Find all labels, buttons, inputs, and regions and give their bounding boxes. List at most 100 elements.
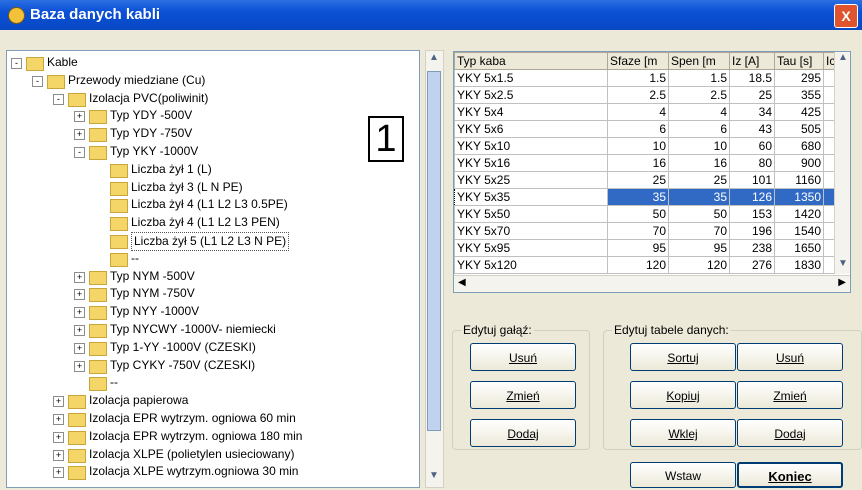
table-cell[interactable]: YKY 5x4 bbox=[454, 103, 608, 121]
table-cell[interactable]: 196 bbox=[729, 222, 775, 240]
table-cell[interactable]: 120 bbox=[668, 256, 730, 274]
tree-node[interactable]: + Izolacja XLPE wytrzym.ogniowa 30 min bbox=[7, 463, 417, 481]
table-cell[interactable]: 35 bbox=[607, 188, 669, 206]
table-paste-button[interactable]: Wklej bbox=[630, 419, 736, 447]
table-cell[interactable]: 1.5 bbox=[668, 69, 730, 87]
column-header[interactable]: Sfaze [m bbox=[607, 52, 669, 70]
table-row[interactable]: YKY 5x10 10 10 60 680 bbox=[454, 137, 849, 155]
table-cell[interactable]: YKY 5x16 bbox=[454, 154, 608, 172]
table-copy-button[interactable]: Kopiuj bbox=[630, 381, 736, 409]
table-cell[interactable]: 50 bbox=[607, 205, 669, 223]
tree-node[interactable]: + Izolacja XLPE (polietylen usieciowany) bbox=[7, 446, 417, 463]
table-cell[interactable]: 25 bbox=[607, 171, 669, 189]
expand-icon[interactable]: + bbox=[74, 325, 85, 336]
cable-tree[interactable]: - Kable - Przewody miedziane (Cu) - Izolacja … bbox=[6, 50, 420, 488]
tree-node[interactable]: + Typ NYCWY -1000V- niemiecki bbox=[7, 321, 417, 338]
tree-node[interactable]: + Izolacja EPR wytrzym. ogniowa 180 min bbox=[7, 428, 417, 445]
expand-icon[interactable]: + bbox=[74, 342, 85, 354]
table-cell[interactable]: 153 bbox=[729, 205, 775, 223]
scroll-thumb[interactable] bbox=[427, 71, 441, 431]
table-cell[interactable]: YKY 5x25 bbox=[454, 171, 608, 189]
table-cell[interactable]: 1650 bbox=[774, 239, 824, 257]
tree-node[interactable]: + Izolacja papierowa bbox=[7, 392, 417, 410]
expand-icon[interactable]: + bbox=[53, 396, 64, 408]
cable-data-grid[interactable]: Typ kaba Sfaze [m Spen [m Iz [A] Tau [s] Ic YK… bbox=[453, 51, 851, 293]
table-cell[interactable]: 1830 bbox=[774, 256, 824, 274]
table-cell[interactable]: 101 bbox=[729, 171, 775, 189]
expand-icon[interactable]: + bbox=[74, 360, 85, 372]
table-cell[interactable]: 355 bbox=[774, 86, 824, 104]
table-cell[interactable]: YKY 5x1.5 bbox=[454, 69, 608, 87]
table-cell[interactable]: 10 bbox=[607, 137, 669, 155]
table-add-button[interactable]: Dodaj bbox=[737, 419, 843, 447]
table-cell[interactable]: 2.5 bbox=[668, 86, 730, 104]
table-cell[interactable]: 25 bbox=[668, 171, 730, 189]
expand-icon[interactable]: + bbox=[53, 431, 64, 443]
table-row[interactable]: YKY 5x16 16 16 80 900 bbox=[454, 154, 849, 172]
expand-icon[interactable]: + bbox=[74, 307, 85, 319]
column-header[interactable]: Typ kaba bbox=[454, 52, 608, 70]
expand-icon[interactable]: + bbox=[53, 449, 64, 461]
expand-icon[interactable]: + bbox=[74, 111, 85, 123]
table-cell[interactable]: YKY 5x6 bbox=[454, 120, 608, 138]
table-cell[interactable]: 276 bbox=[729, 256, 775, 274]
table-cell[interactable]: 95 bbox=[668, 239, 730, 257]
table-row[interactable]: YKY 5x6 6 6 43 505 bbox=[454, 120, 849, 138]
grid-horizontal-scrollbar[interactable]: ◀ ▶ bbox=[454, 275, 850, 292]
scroll-up-icon[interactable]: ▲ bbox=[427, 52, 441, 68]
table-cell[interactable]: 120 bbox=[607, 256, 669, 274]
tree-node[interactable]: + Izolacja EPR wytrzym. ogniowa 60 min bbox=[7, 410, 417, 427]
collapse-icon[interactable]: - bbox=[74, 147, 85, 158]
tree-node[interactable]: - Kable bbox=[7, 54, 417, 71]
table-cell[interactable]: 1420 bbox=[774, 205, 824, 223]
expand-icon[interactable]: + bbox=[74, 129, 85, 141]
table-cell[interactable]: 425 bbox=[774, 103, 824, 121]
expand-icon[interactable]: + bbox=[53, 467, 64, 479]
table-cell[interactable]: YKY 5x95 bbox=[454, 239, 608, 257]
table-sort-button[interactable]: Sortuj bbox=[630, 343, 736, 371]
table-row[interactable]: YKY 5x4 4 4 34 425 bbox=[454, 103, 849, 121]
table-cell[interactable]: 70 bbox=[668, 222, 730, 240]
table-cell[interactable]: YKY 5x120 bbox=[454, 256, 608, 274]
branch-add-button[interactable]: Dodaj bbox=[470, 419, 576, 447]
tree-node[interactable]: Liczba żył 4 (L1 L2 L3 0.5PE) bbox=[7, 196, 417, 214]
table-cell[interactable]: YKY 5x35 bbox=[454, 188, 608, 206]
table-cell[interactable]: 80 bbox=[729, 154, 775, 172]
table-cell[interactable]: YKY 5x10 bbox=[454, 137, 608, 155]
table-cell[interactable]: YKY 5x2.5 bbox=[454, 86, 608, 104]
table-cell[interactable]: 680 bbox=[774, 137, 824, 155]
table-cell[interactable]: 16 bbox=[668, 154, 730, 172]
table-cell[interactable]: YKY 5x50 bbox=[454, 205, 608, 223]
table-cell[interactable]: 4 bbox=[668, 103, 730, 121]
table-row[interactable]: YKY 5x50 50 50 153 1420 bbox=[454, 205, 849, 223]
table-cell[interactable]: 18.5 bbox=[729, 69, 775, 87]
tree-node[interactable]: + Typ CYKY -750V (CZESKI) bbox=[7, 357, 417, 374]
expand-icon[interactable]: + bbox=[74, 289, 85, 301]
table-cell[interactable]: 70 bbox=[607, 222, 669, 240]
scroll-down-icon[interactable]: ▼ bbox=[427, 470, 441, 486]
grid-vertical-scrollbar[interactable]: ▲ ▼ bbox=[834, 52, 850, 274]
table-cell[interactable]: 34 bbox=[729, 103, 775, 121]
tree-node[interactable]: -- bbox=[7, 250, 417, 267]
column-header[interactable]: Iz [A] bbox=[729, 52, 775, 70]
tree-node[interactable]: + Typ YDY -750V bbox=[7, 125, 417, 143]
branch-delete-button[interactable]: Usuń bbox=[470, 343, 576, 371]
tree-node[interactable]: + Typ NYY -1000V bbox=[7, 303, 417, 321]
expand-icon[interactable]: + bbox=[53, 414, 64, 425]
table-cell[interactable]: 60 bbox=[729, 137, 775, 155]
tree-node[interactable]: + Typ NYM -750V bbox=[7, 285, 417, 303]
table-row[interactable]: YKY 5x35 35 35 126 1350 bbox=[454, 188, 849, 206]
collapse-icon[interactable]: - bbox=[32, 75, 43, 87]
table-cell[interactable]: 126 bbox=[729, 188, 775, 206]
tree-scrollbar[interactable]: ▲ ▼ bbox=[425, 50, 444, 488]
column-header[interactable]: Tau [s] bbox=[774, 52, 824, 70]
tree-node[interactable]: - Izolacja PVC(poliwinit) bbox=[7, 90, 417, 107]
tree-node[interactable]: + Typ YDY -500V bbox=[7, 107, 417, 125]
table-cell[interactable]: 505 bbox=[774, 120, 824, 138]
table-cell[interactable]: 1350 bbox=[774, 188, 824, 206]
tree-node[interactable]: -- bbox=[7, 374, 417, 392]
table-cell[interactable]: 1.5 bbox=[607, 69, 669, 87]
table-row[interactable]: YKY 5x1.5 1.5 1.5 18.5 295 bbox=[454, 69, 849, 87]
scroll-up-icon[interactable]: ▲ bbox=[836, 52, 850, 68]
tree-node[interactable]: Liczba żył 1 (L) bbox=[7, 161, 417, 178]
